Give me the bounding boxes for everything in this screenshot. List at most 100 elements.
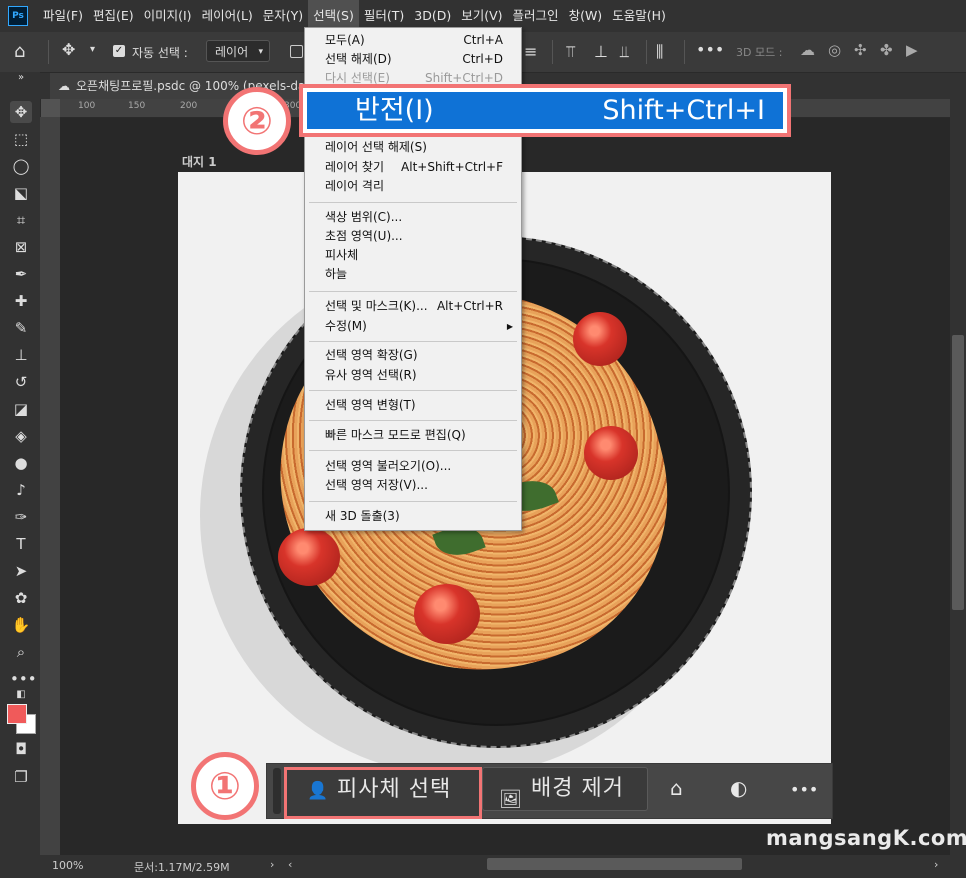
scroll-right-icon[interactable]: › [934, 858, 938, 871]
document-title: 오픈채팅프로필.psdc @ 100% (pexels-dar [76, 79, 311, 93]
menu-item-inverse[interactable]: 반전(I) Shift+Ctrl+I [299, 84, 791, 137]
menu-item-label: 레이어 격리 [325, 179, 385, 193]
menu-item-sky[interactable]: 하늘 [305, 265, 521, 284]
menu-item-select-all[interactable]: 모두(A) Ctrl+A [305, 31, 521, 50]
menu-item-transform-selection[interactable]: 선택 영역 변형(T) [305, 396, 521, 415]
callout-step-1: ① [191, 752, 259, 820]
object-select-tool-icon[interactable]: ⬕ [10, 182, 32, 204]
divider [552, 40, 553, 64]
drag-handle[interactable] [273, 768, 281, 814]
divider [646, 40, 647, 64]
menu-item-label: 모두(A) [325, 33, 365, 47]
menu-item-quick-mask[interactable]: 빠른 마스크 모드로 편집(Q) [305, 426, 521, 445]
menu-item-save-selection[interactable]: 선택 영역 저장(V)... [305, 476, 521, 495]
align-bottom-icon[interactable]: ⫫ [620, 42, 629, 62]
type-tool-icon[interactable]: T [10, 533, 32, 555]
menu-item-color-range[interactable]: 색상 범위(C)... [305, 208, 521, 227]
move-tool-icon[interactable]: ✥ [62, 40, 75, 59]
menu-divider [309, 501, 517, 502]
paint-bucket-icon[interactable]: ◈ [10, 425, 32, 447]
vertical-scroll-thumb[interactable] [952, 335, 964, 610]
divider [684, 40, 685, 64]
chevron-down-icon[interactable]: ▾ [90, 44, 95, 55]
shape-tool-icon[interactable]: ✿ [10, 587, 32, 609]
menu-divider [309, 291, 517, 292]
screen-mode-icon[interactable]: ❐ [10, 766, 32, 788]
transform-icon[interactable]: ⌂ [670, 776, 683, 800]
vertical-ruler [40, 117, 60, 857]
horizontal-scroll-thumb[interactable] [487, 858, 742, 870]
distribute-icon[interactable]: ⫼ [656, 42, 663, 62]
menu-help[interactable]: 도움말(H) [607, 0, 671, 32]
remove-background-button[interactable]: 🖼 배경 제거 [482, 767, 648, 811]
select-subject-button[interactable]: 👤 피사체 선택 [284, 767, 482, 819]
brush-tool-icon[interactable]: ✎ [10, 317, 32, 339]
menu-window[interactable]: 창(W) [564, 0, 608, 32]
home-icon[interactable]: ⌂ [14, 41, 36, 63]
menu-item-label: 선택 해제(D) [325, 52, 392, 66]
menu-file[interactable]: 파일(F) [38, 0, 88, 32]
image-icon: 🖼 [499, 789, 522, 810]
show-transform-checkbox[interactable] [290, 45, 303, 58]
scroll-left-icon[interactable]: ‹ [288, 858, 292, 871]
3d-drag-icon[interactable]: ✣ [854, 41, 867, 59]
quick-mask-icon[interactable]: ◘ [10, 738, 32, 760]
hand-tool-icon[interactable]: ✋ [10, 614, 32, 636]
menu-item-subject[interactable]: 피사체 [305, 246, 521, 265]
menu-item-load-selection[interactable]: 선택 영역 불러오기(O)... [305, 457, 521, 476]
foreground-color-swatch[interactable] [7, 704, 27, 724]
align-top-icon[interactable]: ⫪ [566, 42, 575, 62]
mask-icon[interactable]: ◐ [730, 776, 747, 800]
menu-edit[interactable]: 편집(E) [88, 0, 139, 32]
more-options-icon[interactable]: ••• [696, 40, 724, 59]
crop-tool-icon[interactable]: ⌗ [10, 209, 32, 231]
zoom-level[interactable]: 100% [52, 859, 83, 872]
more-options-icon[interactable]: ••• [790, 780, 818, 799]
collapse-icon[interactable]: » [10, 72, 32, 84]
default-colors-icon[interactable]: ◧ [10, 684, 32, 706]
eyedropper-tool-icon[interactable]: ✒ [10, 263, 32, 285]
auto-select-checkbox[interactable]: ✓ [113, 45, 125, 57]
menu-item-find-layers[interactable]: 레이어 찾기 Alt+Shift+Ctrl+F [305, 158, 521, 177]
align-icon[interactable]: ≡ [524, 42, 537, 61]
3d-slide-icon[interactable]: ✤ [880, 41, 893, 59]
tomato-image [584, 426, 638, 480]
3d-camera-icon[interactable]: ▶ [906, 41, 918, 59]
move-tool-icon[interactable]: ✥ [10, 101, 32, 123]
auto-select-dropdown[interactable]: 레이어 ▾ [206, 40, 270, 62]
chevron-down-icon: ▾ [258, 47, 263, 57]
path-select-icon[interactable]: ➤ [10, 560, 32, 582]
healing-brush-icon[interactable]: ✚ [10, 290, 32, 312]
3d-roll-icon[interactable]: ◎ [828, 41, 841, 59]
menu-item-new-3d-extrusion[interactable]: 새 3D 돌출(3) [305, 507, 521, 526]
tomato-image [278, 528, 340, 586]
photoshop-logo-icon: Ps [8, 6, 28, 26]
menu-item-grow[interactable]: 선택 영역 확장(G) [305, 346, 521, 365]
menu-divider [309, 202, 517, 203]
zoom-tool-icon[interactable]: ⌕ [10, 641, 32, 663]
menu-item-deselect[interactable]: 선택 해제(D) Ctrl+D [305, 50, 521, 69]
pen-tool-icon[interactable]: ✑ [10, 506, 32, 528]
history-brush-icon[interactable]: ↺ [10, 371, 32, 393]
stamp-tool-icon[interactable]: ⊥ [10, 344, 32, 366]
dodge-tool-icon[interactable]: ♪ [10, 479, 32, 501]
menu-item-deselect-layers[interactable]: 레이어 선택 해제(S) [305, 138, 521, 157]
menu-item-select-and-mask[interactable]: 선택 및 마스크(K)... Alt+Ctrl+R [305, 297, 521, 316]
frame-tool-icon[interactable]: ⊠ [10, 236, 32, 258]
marquee-tool-icon[interactable]: ⬚ [10, 128, 32, 150]
dropdown-value: 레이어 [215, 45, 249, 59]
3d-orbit-icon[interactable]: ☁ [800, 41, 815, 59]
chevron-right-icon[interactable]: › [270, 858, 274, 871]
menu-item-isolate-layers[interactable]: 레이어 격리 [305, 177, 521, 196]
menu-item-shortcut: Alt+Ctrl+R [436, 299, 503, 313]
lasso-tool-icon[interactable]: ◯ [10, 155, 32, 177]
eraser-tool-icon[interactable]: ◪ [10, 398, 32, 420]
align-middle-icon[interactable]: ⊥ [594, 42, 608, 61]
menu-type[interactable]: 문자(Y) [258, 0, 308, 32]
menu-item-similar[interactable]: 유사 영역 선택(R) [305, 366, 521, 385]
menu-item-modify[interactable]: 수정(M) ▶ [305, 317, 521, 336]
menu-image[interactable]: 이미지(I) [139, 0, 197, 32]
menu-item-focus-area[interactable]: 초점 영역(U)... [305, 227, 521, 246]
blur-tool-icon[interactable]: ● [10, 452, 32, 474]
menu-layer[interactable]: 레이어(L) [197, 0, 258, 32]
